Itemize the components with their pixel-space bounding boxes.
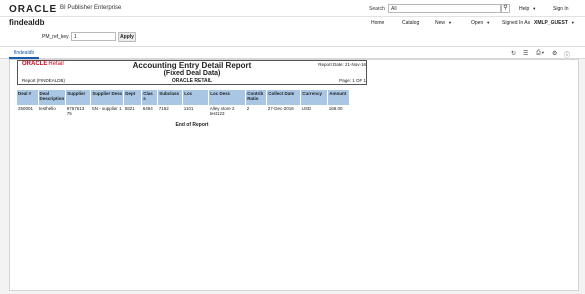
table-cell: USD — [301, 106, 312, 111]
chevron-down-icon: ▼ — [448, 20, 452, 25]
column-header: Deal Description — [38, 90, 67, 105]
refresh-icon[interactable]: ↻ — [511, 50, 516, 57]
menu-bar — [0, 17, 585, 29]
export-icon[interactable]: ⎙▼ — [536, 50, 545, 57]
help-icon[interactable]: ⓘ — [564, 50, 570, 59]
oracle-logo: ORACLE — [9, 4, 58, 15]
table-cell: 6494 — [142, 106, 153, 111]
catalog-link[interactable]: Catalog — [402, 20, 419, 26]
table-cell: 250001 — [18, 106, 34, 111]
product-name: BI Publisher Enterprise — [60, 5, 122, 11]
table-cell: testhello — [39, 106, 56, 111]
table-cell: 27-Dec-2016 — [267, 106, 294, 111]
page-title: findealdb — [9, 18, 45, 27]
column-header: Clas s — [141, 90, 159, 105]
table-cell: 1101 — [183, 106, 194, 111]
report-table: Deal # Deal Description Supplier Supplie… — [17, 90, 351, 117]
gear-icon[interactable]: ⚙ — [552, 50, 557, 57]
search-label: Search — [369, 6, 385, 12]
column-header: Loc Desc — [208, 90, 247, 105]
report-subtitle: (Fixed Deal Data) — [163, 70, 221, 77]
chevron-down-icon: ▼ — [570, 20, 575, 25]
column-header: Contrib Ratio — [245, 90, 268, 105]
table-cell: 7162 — [158, 106, 169, 111]
column-header: Collect Date — [266, 90, 302, 105]
report-id: Report (FINDEALDB) — [22, 78, 66, 83]
open-menu[interactable]: Open ▼ — [471, 20, 490, 26]
user-menu[interactable]: XMLP_GUEST ▼ — [534, 20, 575, 26]
report-title: Accounting Entry Detail Report — [132, 61, 252, 70]
chevron-down-icon: ▼ — [486, 20, 491, 25]
table-cell: 5821 — [124, 106, 135, 111]
param-label: PM_ref_key — [42, 34, 69, 40]
column-header: Loc — [182, 90, 210, 105]
oracle-retail-logo: ORACLERetail — [22, 61, 64, 67]
report-org: ORACLE RETAIL — [171, 78, 213, 84]
column-header: Supplier — [65, 90, 92, 105]
table-cell: 9767613 75 — [66, 106, 85, 116]
help-menu[interactable]: Help ▼ — [519, 6, 536, 12]
column-header: Dept — [123, 90, 143, 105]
column-header: Supplier Desc — [90, 90, 125, 105]
search-icon[interactable]: ⚲ — [501, 4, 510, 13]
pm-ref-key-input[interactable]: 1 — [71, 32, 116, 41]
table-cell: SN - supplier 1 — [91, 106, 122, 111]
column-header: Amount — [327, 90, 351, 105]
table-cell: Alley store 2 test123 — [209, 106, 235, 116]
table-row: 250001 testhello 9767613 75 SN - supplie… — [17, 105, 350, 117]
column-header: Subclass — [157, 90, 184, 105]
table-cell: 169.00 — [328, 106, 343, 111]
tab-findealdb[interactable]: findealdb — [9, 49, 39, 59]
signed-in-label: Signed In As — [502, 20, 531, 26]
chevron-down-icon: ▼ — [532, 6, 537, 11]
table-cell: 2 — [246, 106, 250, 111]
list-icon[interactable]: ☰ — [523, 50, 528, 57]
column-header: Deal # — [17, 90, 39, 105]
apply-button[interactable]: Apply — [118, 32, 136, 42]
column-header: Currency — [300, 90, 329, 105]
search-scope-input[interactable]: All — [388, 4, 501, 13]
new-menu[interactable]: New ▼ — [435, 20, 452, 26]
tab-bar — [0, 47, 585, 59]
report-page: Page: 1 OF 1 — [339, 78, 366, 83]
sign-in-link[interactable]: Sign In — [553, 6, 569, 12]
report-date: Report Date: 21-Nov-16 — [318, 62, 366, 67]
home-link[interactable]: Home — [371, 20, 384, 26]
table-header-row: Deal # Deal Description Supplier Supplie… — [17, 90, 351, 105]
end-of-report: End of Report — [175, 122, 209, 128]
